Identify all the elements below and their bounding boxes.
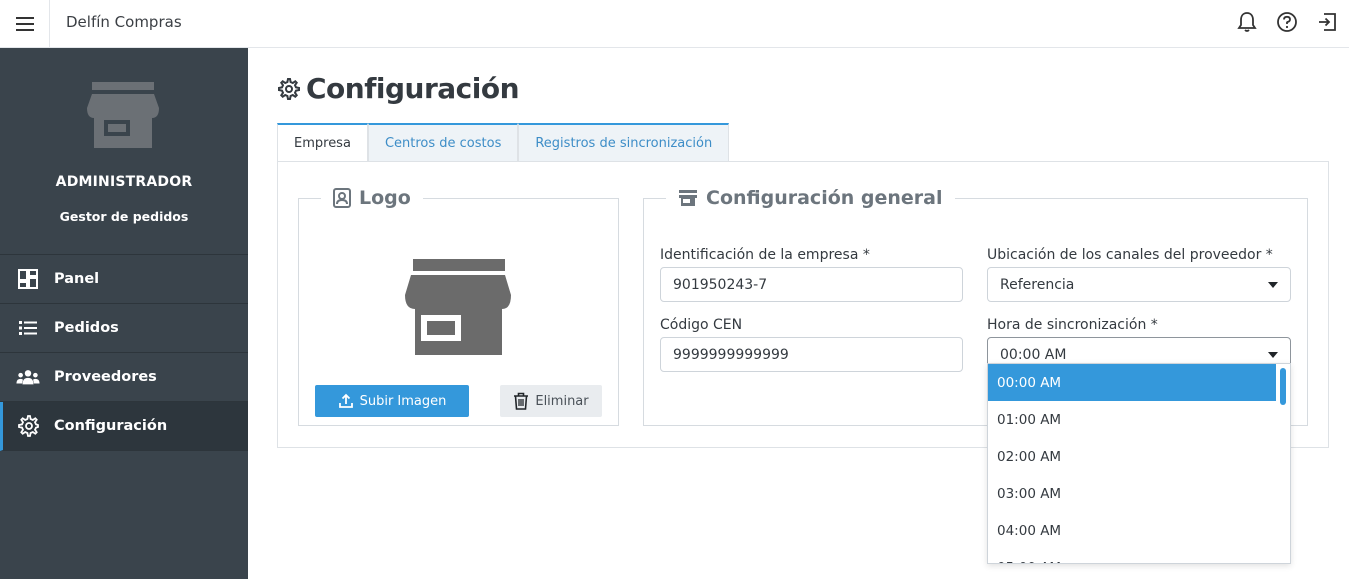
user-role: ADMINISTRADOR bbox=[55, 174, 193, 190]
caret-down-icon bbox=[1268, 281, 1278, 288]
user-subtitle: Gestor de pedidos bbox=[59, 209, 189, 224]
page-title: Configuración bbox=[306, 72, 520, 105]
dropdown-option[interactable]: 05:00 AM bbox=[988, 549, 1290, 564]
sidebar-nav: Panel Pedidos Proveedores Configuración bbox=[0, 255, 248, 451]
upload-icon bbox=[338, 393, 354, 409]
logo-legend: Logo bbox=[321, 187, 423, 209]
tab-registros-de-sincronizacion[interactable]: Registros de sincronización bbox=[518, 123, 730, 162]
cen-code-field[interactable]: 9999999999999 bbox=[660, 337, 963, 372]
logo-legend-label: Logo bbox=[359, 187, 411, 209]
notifications-button[interactable] bbox=[1233, 8, 1261, 36]
sidebar-item-label: Proveedores bbox=[54, 369, 157, 385]
trash-icon bbox=[513, 392, 529, 410]
help-icon bbox=[1277, 12, 1297, 32]
sidebar-item-configuracion[interactable]: Configuración bbox=[0, 402, 248, 451]
tab-bar: Empresa Centros de costos Registros de s… bbox=[277, 123, 730, 162]
upload-image-label: Subir Imagen bbox=[359, 393, 447, 409]
channels-location-select[interactable]: Referencia bbox=[987, 267, 1291, 302]
dropdown-option[interactable]: 04:00 AM bbox=[988, 512, 1290, 549]
app-title: Delfín Compras bbox=[66, 13, 182, 31]
logout-icon bbox=[1319, 13, 1336, 31]
menu-toggle-button[interactable] bbox=[0, 0, 50, 47]
general-config-legend-label: Configuración general bbox=[706, 187, 943, 209]
sidebar-profile: ADMINISTRADOR Gestor de pedidos bbox=[0, 48, 248, 255]
list-icon bbox=[16, 316, 40, 340]
sidebar: ADMINISTRADOR Gestor de pedidos Panel Pe… bbox=[0, 48, 248, 579]
top-bar: Delfín Compras bbox=[0, 0, 1349, 48]
hamburger-icon bbox=[15, 16, 34, 31]
dashboard-icon bbox=[16, 267, 40, 291]
help-button[interactable] bbox=[1273, 8, 1301, 36]
dropdown-option[interactable]: 02:00 AM bbox=[988, 438, 1290, 475]
gear-icon bbox=[278, 77, 300, 100]
sync-time-label: Hora de sincronización * bbox=[987, 317, 1158, 333]
dropdown-scrollbar[interactable] bbox=[1280, 368, 1286, 405]
delete-image-button[interactable]: Eliminar bbox=[500, 385, 602, 417]
bell-icon bbox=[1237, 12, 1257, 32]
store-icon bbox=[87, 82, 159, 148]
sync-time-dropdown[interactable]: 00:00 AM 01:00 AM 02:00 AM 03:00 AM 04:0… bbox=[987, 363, 1291, 564]
sidebar-item-label: Configuración bbox=[54, 418, 168, 434]
sidebar-item-pedidos[interactable]: Pedidos bbox=[0, 304, 248, 353]
users-icon bbox=[16, 365, 40, 389]
tab-empresa[interactable]: Empresa bbox=[277, 123, 368, 162]
channels-location-label: Ubicación de los canales del proveedor * bbox=[987, 247, 1273, 263]
store-icon bbox=[678, 189, 698, 207]
company-id-field[interactable]: 901950243-7 bbox=[660, 267, 963, 302]
cen-code-label: Código CEN bbox=[660, 317, 743, 333]
channels-location-value: Referencia bbox=[1000, 276, 1075, 293]
dropdown-option[interactable]: 01:00 AM bbox=[988, 401, 1290, 438]
company-id-label: Identificación de la empresa * bbox=[660, 247, 870, 263]
sidebar-item-proveedores[interactable]: Proveedores bbox=[0, 353, 248, 402]
store-logo-image bbox=[405, 259, 511, 355]
logout-button[interactable] bbox=[1313, 8, 1341, 36]
logo-section: Logo Subir Imagen Eliminar bbox=[298, 187, 619, 426]
sync-time-value: 00:00 AM bbox=[1000, 346, 1067, 363]
gear-icon bbox=[16, 414, 40, 438]
sidebar-item-label: Panel bbox=[54, 271, 100, 287]
upload-image-button[interactable]: Subir Imagen bbox=[315, 385, 469, 417]
sidebar-item-label: Pedidos bbox=[54, 320, 119, 336]
dropdown-option[interactable]: 00:00 AM bbox=[988, 364, 1276, 401]
sidebar-item-panel[interactable]: Panel bbox=[0, 255, 248, 304]
page-header: Configuración bbox=[278, 72, 520, 105]
portrait-icon bbox=[333, 188, 351, 208]
tab-centros-de-costos[interactable]: Centros de costos bbox=[367, 123, 519, 162]
general-config-legend: Configuración general bbox=[666, 187, 955, 209]
caret-down-icon bbox=[1268, 351, 1278, 358]
dropdown-option[interactable]: 03:00 AM bbox=[988, 475, 1290, 512]
delete-image-label: Eliminar bbox=[535, 393, 589, 409]
